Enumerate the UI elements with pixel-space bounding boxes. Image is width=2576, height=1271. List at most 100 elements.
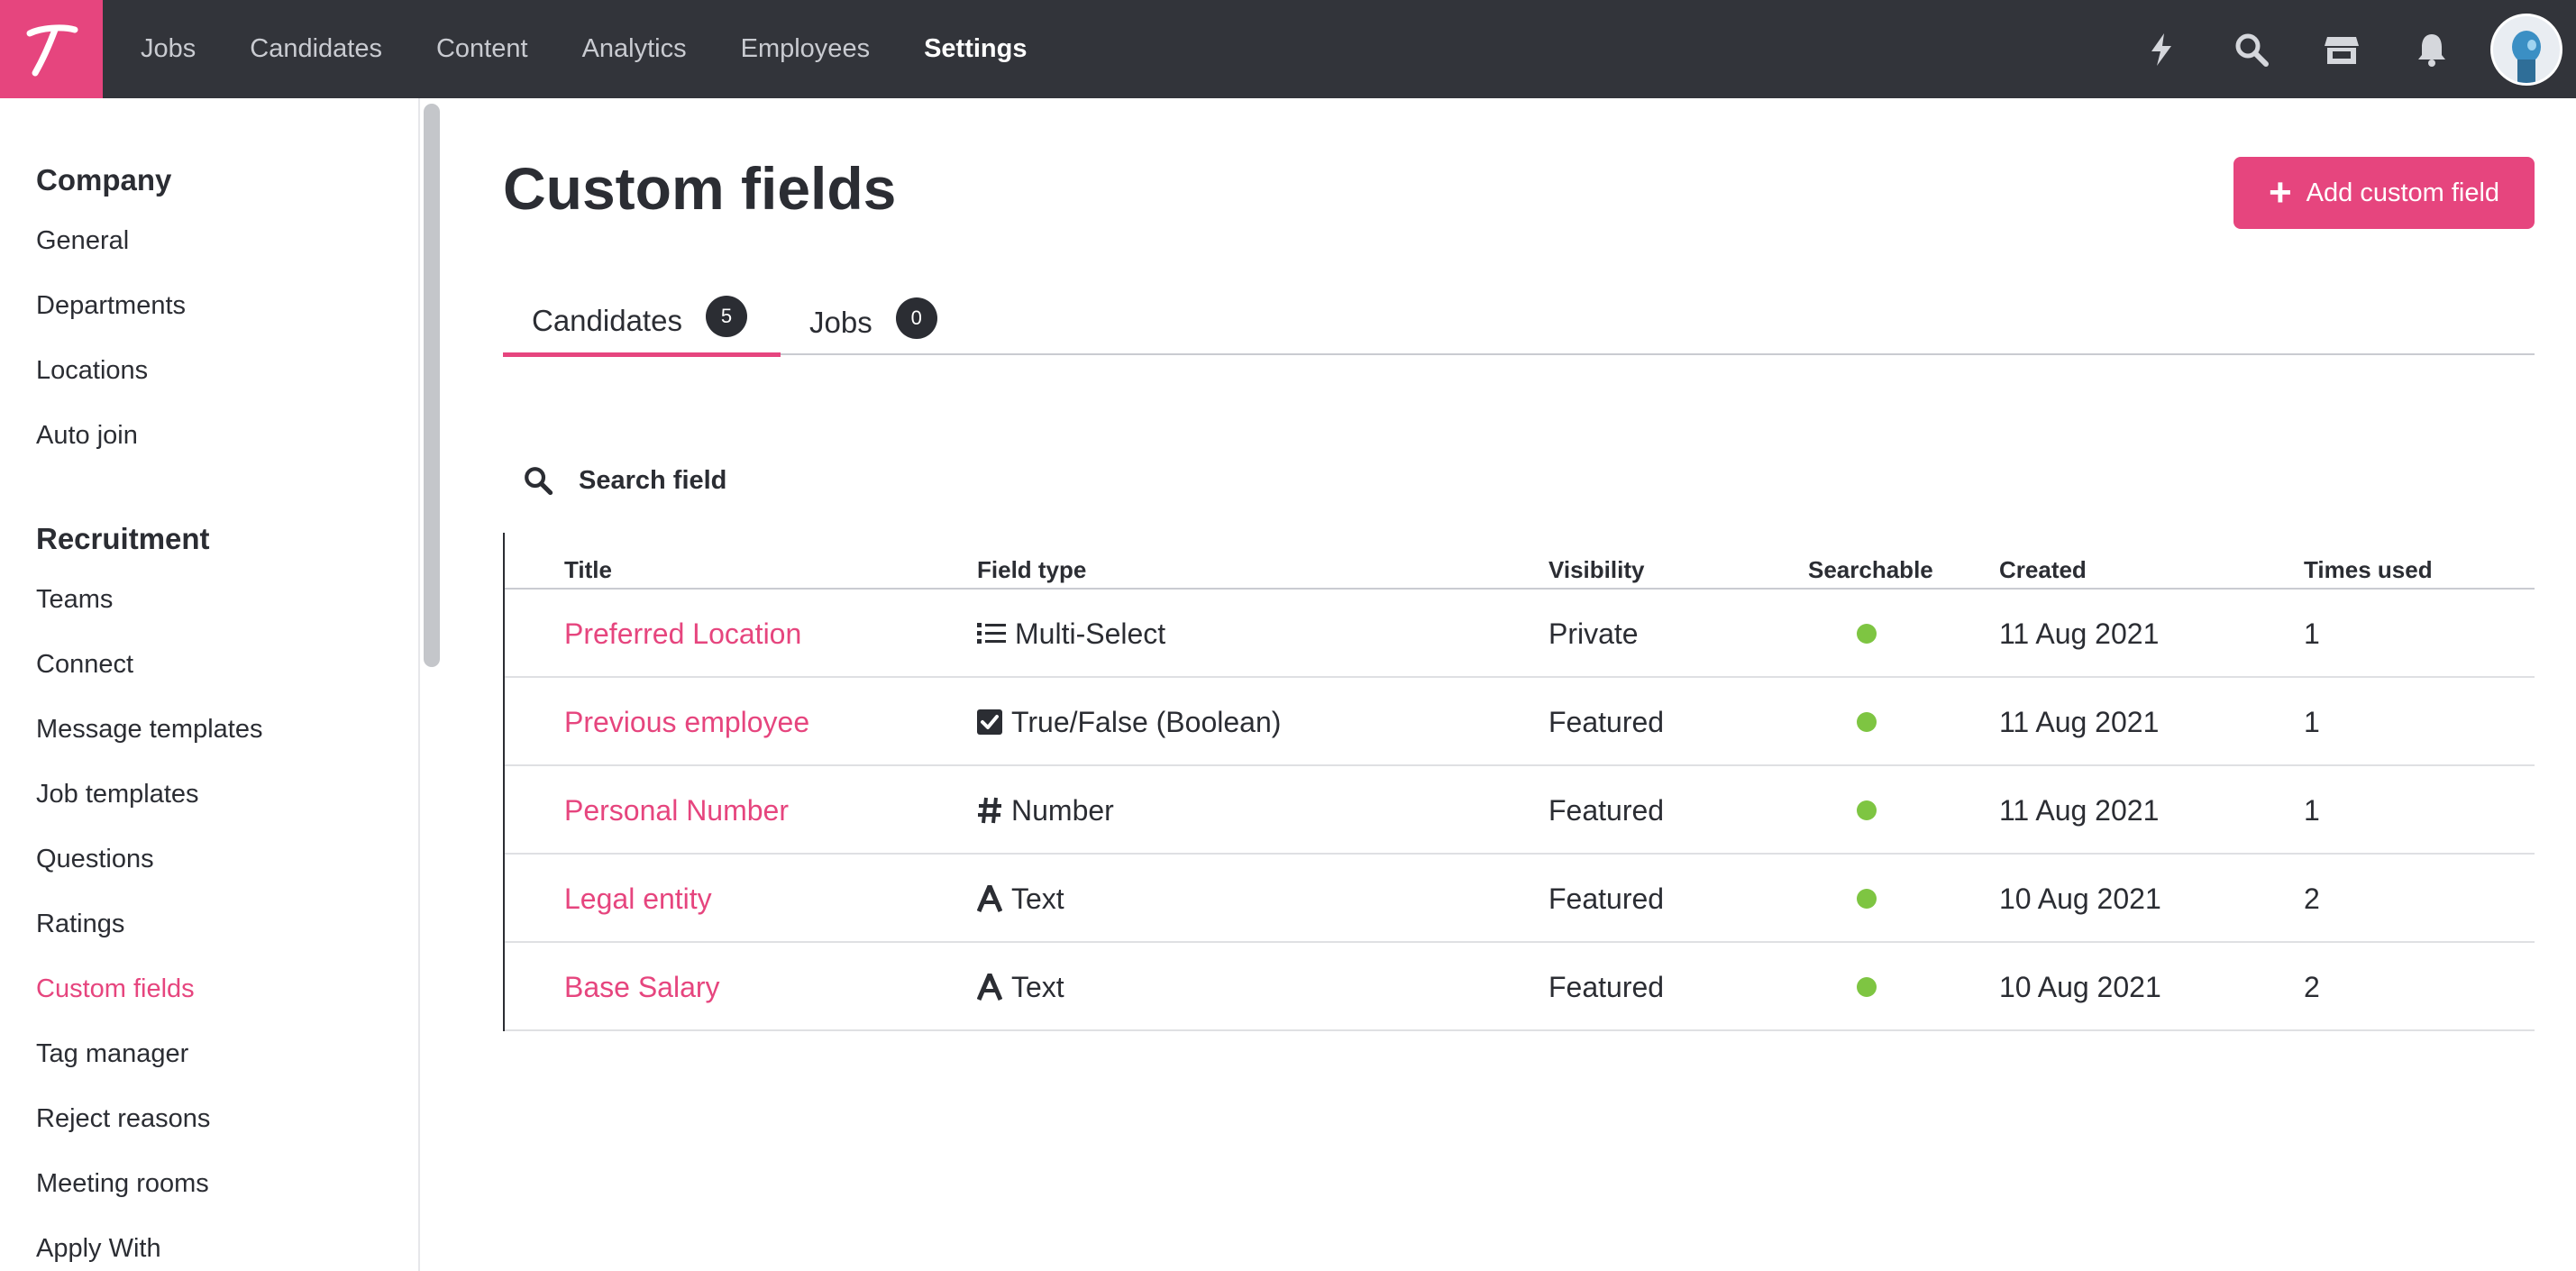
user-avatar-button[interactable] xyxy=(2477,0,2576,98)
created-cell: 10 Aug 2021 xyxy=(1999,970,2161,1003)
column-header-title[interactable]: Title xyxy=(564,556,612,584)
sidebar-item-general[interactable]: General xyxy=(36,226,129,256)
field-type-cell: Multi-Select xyxy=(977,590,1165,678)
search-input[interactable]: Search field xyxy=(579,466,726,496)
search-field[interactable]: Search field xyxy=(523,453,726,507)
visibility-cell: Featured xyxy=(1548,970,1665,1003)
table-row[interactable]: Legal entity Text Featured 10 Aug 2021 2 xyxy=(505,855,2535,943)
searchable-cell xyxy=(1857,678,1877,766)
sidebar-item-reject-reasons[interactable]: Reject reasons xyxy=(36,1104,210,1134)
nav-content[interactable]: Content xyxy=(436,34,528,64)
field-title-link[interactable]: Previous employee xyxy=(564,678,809,766)
bell-icon[interactable] xyxy=(2387,0,2477,98)
list-icon xyxy=(977,621,1006,646)
searchable-cell xyxy=(1857,855,1877,943)
nav-settings[interactable]: Settings xyxy=(924,34,1027,64)
searchable-indicator xyxy=(1857,624,1877,644)
sidebar-item-message-templates[interactable]: Message templates xyxy=(36,715,262,745)
search-icon xyxy=(525,467,553,496)
field-title-link[interactable]: Preferred Location xyxy=(564,590,801,678)
column-header-created[interactable]: Created xyxy=(1999,556,2087,584)
times-used-cell: 1 xyxy=(2304,705,2320,738)
nav-employees[interactable]: Employees xyxy=(741,34,870,64)
created-cell: 11 Aug 2021 xyxy=(1999,793,2160,827)
sidebar-item-meeting-rooms[interactable]: Meeting rooms xyxy=(36,1169,209,1199)
tab-jobs-label: Jobs xyxy=(809,305,872,339)
tab-jobs-count-badge: 0 xyxy=(895,297,937,339)
tab-candidates-label: Candidates xyxy=(532,304,682,337)
sidebar-item-custom-fields[interactable]: Custom fields xyxy=(36,974,195,1004)
nav-candidates[interactable]: Candidates xyxy=(250,34,382,64)
field-type-label: Text xyxy=(1011,882,1064,915)
field-type-cell: Number xyxy=(977,766,1114,855)
page-title: Custom fields xyxy=(503,155,897,222)
column-header-visibility[interactable]: Visibility xyxy=(1548,556,1644,584)
hash-icon xyxy=(977,796,1002,825)
sidebar-item-departments[interactable]: Departments xyxy=(36,291,186,321)
created-cell: 11 Aug 2021 xyxy=(1999,617,2160,650)
store-icon[interactable] xyxy=(2297,0,2387,98)
times-used-cell: 2 xyxy=(2304,970,2320,1003)
app-logo[interactable] xyxy=(0,0,103,98)
created-cell: 10 Aug 2021 xyxy=(1999,882,2161,915)
searchable-indicator xyxy=(1857,800,1877,820)
field-title-link[interactable]: Personal Number xyxy=(564,766,789,855)
searchable-indicator xyxy=(1857,977,1877,997)
times-used-cell: 2 xyxy=(2304,882,2320,915)
sidebar-item-tag-manager[interactable]: Tag manager xyxy=(36,1039,188,1069)
field-type-label: Number xyxy=(1011,793,1114,827)
table-row[interactable]: Previous employee True/False (Boolean) F… xyxy=(505,678,2535,766)
plus-icon: + xyxy=(2268,170,2292,215)
add-custom-field-label: Add custom field xyxy=(2306,178,2500,207)
sidebar-scrollbar[interactable] xyxy=(424,104,440,667)
searchable-cell xyxy=(1857,590,1877,678)
tab-jobs[interactable]: Jobs 0 xyxy=(809,289,937,355)
sidebar-item-job-templates[interactable]: Job templates xyxy=(36,780,199,809)
text-icon xyxy=(977,974,1002,1001)
field-title-link[interactable]: Legal entity xyxy=(564,855,712,943)
table-header: Title Field type Visibility Searchable C… xyxy=(505,533,2535,590)
settings-sidebar: Company General Departments Locations Au… xyxy=(0,98,420,1271)
field-tabs: Candidates 5 Jobs 0 xyxy=(503,289,2535,357)
sidebar-item-auto-join[interactable]: Auto join xyxy=(36,421,138,451)
sidebar-item-questions[interactable]: Questions xyxy=(36,845,154,874)
nav-jobs[interactable]: Jobs xyxy=(141,34,196,64)
visibility-cell: Private xyxy=(1548,617,1639,650)
field-type-cell: Text xyxy=(977,943,1064,1031)
text-icon xyxy=(977,885,1002,912)
searchable-cell xyxy=(1857,943,1877,1031)
column-header-times-used[interactable]: Times used xyxy=(2304,556,2433,584)
sidebar-item-locations[interactable]: Locations xyxy=(36,356,148,386)
nav-analytics[interactable]: Analytics xyxy=(582,34,687,64)
table-row[interactable]: Personal Number Number Featured 11 Aug 2… xyxy=(505,766,2535,855)
top-navigation-bar: Jobs Candidates Content Analytics Employ… xyxy=(0,0,2576,98)
visibility-cell: Featured xyxy=(1548,793,1665,827)
custom-fields-table: Title Field type Visibility Searchable C… xyxy=(503,533,2535,1031)
sidebar-section-company: Company xyxy=(36,163,172,197)
field-type-label: Multi-Select xyxy=(1015,617,1166,650)
field-title-link[interactable]: Base Salary xyxy=(564,943,720,1031)
sidebar-item-connect[interactable]: Connect xyxy=(36,650,133,680)
table-row[interactable]: Base Salary Text Featured 10 Aug 2021 2 xyxy=(505,943,2535,1031)
table-row[interactable]: Preferred Location Multi-Select Private … xyxy=(505,590,2535,678)
add-custom-field-button[interactable]: + Add custom field xyxy=(2233,157,2535,229)
search-icon[interactable] xyxy=(2206,0,2297,98)
column-header-field-type[interactable]: Field type xyxy=(977,556,1086,584)
visibility-cell: Featured xyxy=(1548,705,1665,738)
tab-candidates-count-badge: 5 xyxy=(705,296,747,337)
searchable-cell xyxy=(1857,766,1877,855)
field-type-cell: True/False (Boolean) xyxy=(977,678,1281,766)
checkbox-icon xyxy=(977,709,1002,735)
visibility-cell: Featured xyxy=(1548,882,1665,915)
top-icons xyxy=(2116,0,2576,98)
lightning-icon[interactable] xyxy=(2116,0,2206,98)
tab-candidates[interactable]: Candidates 5 xyxy=(503,289,781,357)
times-used-cell: 1 xyxy=(2304,617,2320,650)
sidebar-item-ratings[interactable]: Ratings xyxy=(36,910,124,939)
searchable-indicator xyxy=(1857,889,1877,909)
main-content: Custom fields + Add custom field Candida… xyxy=(442,98,2576,1271)
sidebar-item-apply-with[interactable]: Apply With xyxy=(36,1234,161,1264)
column-header-searchable[interactable]: Searchable xyxy=(1808,556,1933,584)
field-type-label: Text xyxy=(1011,970,1064,1003)
sidebar-item-teams[interactable]: Teams xyxy=(36,585,113,615)
